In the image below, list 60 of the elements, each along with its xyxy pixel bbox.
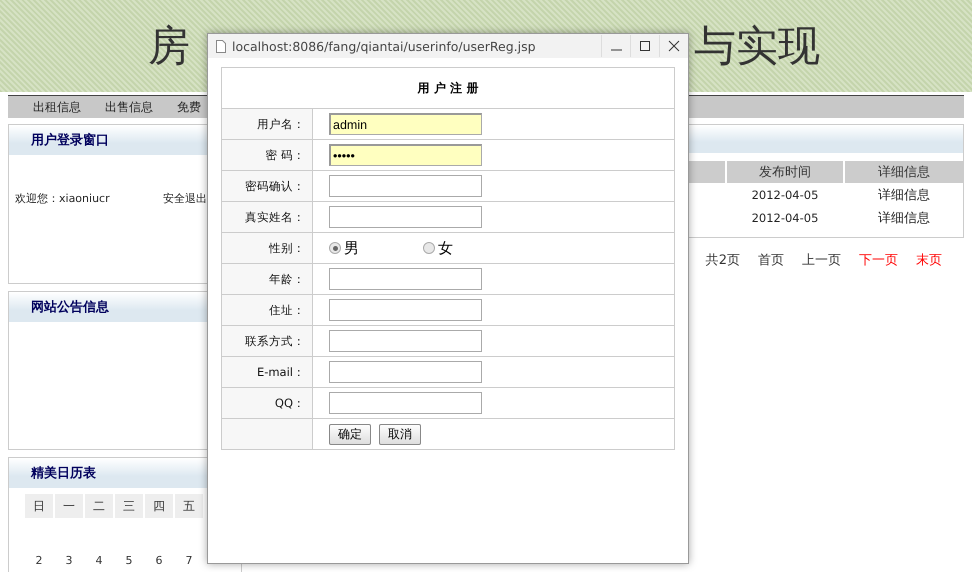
welcome-text: 欢迎您：xiaoniucr: [15, 191, 110, 206]
field-label: 联系方式：: [222, 326, 313, 356]
field-label: 真实姓名：: [222, 202, 313, 232]
weekday-cell: 五: [175, 494, 203, 518]
weekday-cell: 一: [55, 494, 83, 518]
field-label: 用户名：: [222, 109, 313, 139]
weekday-cell: 四: [145, 494, 173, 518]
text-field[interactable]: •••••: [329, 144, 482, 166]
menu-item[interactable]: 出租信息: [33, 98, 81, 116]
radio-button[interactable]: [329, 242, 341, 254]
logout-link[interactable]: 安全退出: [163, 191, 207, 206]
form-button[interactable]: 取消: [379, 424, 421, 444]
site-title: 与实现: [694, 20, 820, 72]
field-label: 住址：: [222, 295, 313, 325]
radio-label: 男: [344, 238, 359, 258]
field-label: 性别：: [222, 233, 313, 263]
field-label: 年龄：: [222, 264, 313, 294]
day-cell[interactable]: 6: [145, 548, 173, 572]
weekday-cell: 二: [85, 494, 113, 518]
pagination-link[interactable]: 共2页: [706, 251, 740, 269]
close-icon: [668, 40, 680, 52]
text-field[interactable]: [329, 206, 482, 228]
pagination-link[interactable]: 下一页: [859, 251, 898, 269]
text-field[interactable]: [329, 175, 482, 197]
page-icon: [216, 40, 226, 52]
text-field[interactable]: admin: [329, 113, 482, 135]
text-field[interactable]: [329, 361, 482, 383]
text-field[interactable]: [329, 268, 482, 290]
table-cell-text: 2012-04-05: [750, 210, 820, 226]
table-cell-text: 详细信息: [877, 210, 931, 228]
text-field[interactable]: [329, 299, 482, 321]
weekday-cell: 日: [25, 494, 53, 518]
day-cell[interactable]: 4: [85, 548, 113, 572]
field-label: E-mail：: [222, 357, 313, 387]
day-cell[interactable]: 2: [25, 548, 53, 572]
maximize-icon: [639, 40, 651, 52]
site-title: 房: [148, 20, 190, 72]
menu-item[interactable]: 免费: [177, 98, 201, 116]
radio-button[interactable]: [423, 242, 435, 254]
text-field[interactable]: [329, 392, 482, 414]
day-cell[interactable]: 7: [175, 548, 203, 572]
table-cell-text: 详细信息: [877, 186, 931, 204]
window-title: localhost:8086/fang/qiantai/userinfo/userReg.jsp: [232, 38, 537, 54]
field-label: QQ：: [222, 388, 313, 418]
pagination-link[interactable]: 首页: [758, 251, 784, 269]
radio-label: 女: [438, 238, 453, 258]
field-label: 密 码：: [222, 140, 313, 170]
weekday-cell: 三: [115, 494, 143, 518]
column-header: 发布时间: [727, 161, 843, 183]
pagination-link[interactable]: 末页: [916, 251, 942, 269]
minimize-icon: [610, 49, 622, 51]
text-field[interactable]: [329, 330, 482, 352]
column-header: 详细信息: [845, 161, 963, 183]
form-button[interactable]: 确定: [329, 424, 371, 444]
table-cell-text: 2012-04-05: [750, 186, 820, 204]
field-label: 密码确认：: [222, 171, 313, 201]
pagination-link[interactable]: 上一页: [802, 251, 841, 269]
menu-item[interactable]: 出售信息: [105, 98, 153, 116]
day-cell[interactable]: 3: [55, 548, 83, 572]
day-cell[interactable]: 5: [115, 548, 143, 572]
